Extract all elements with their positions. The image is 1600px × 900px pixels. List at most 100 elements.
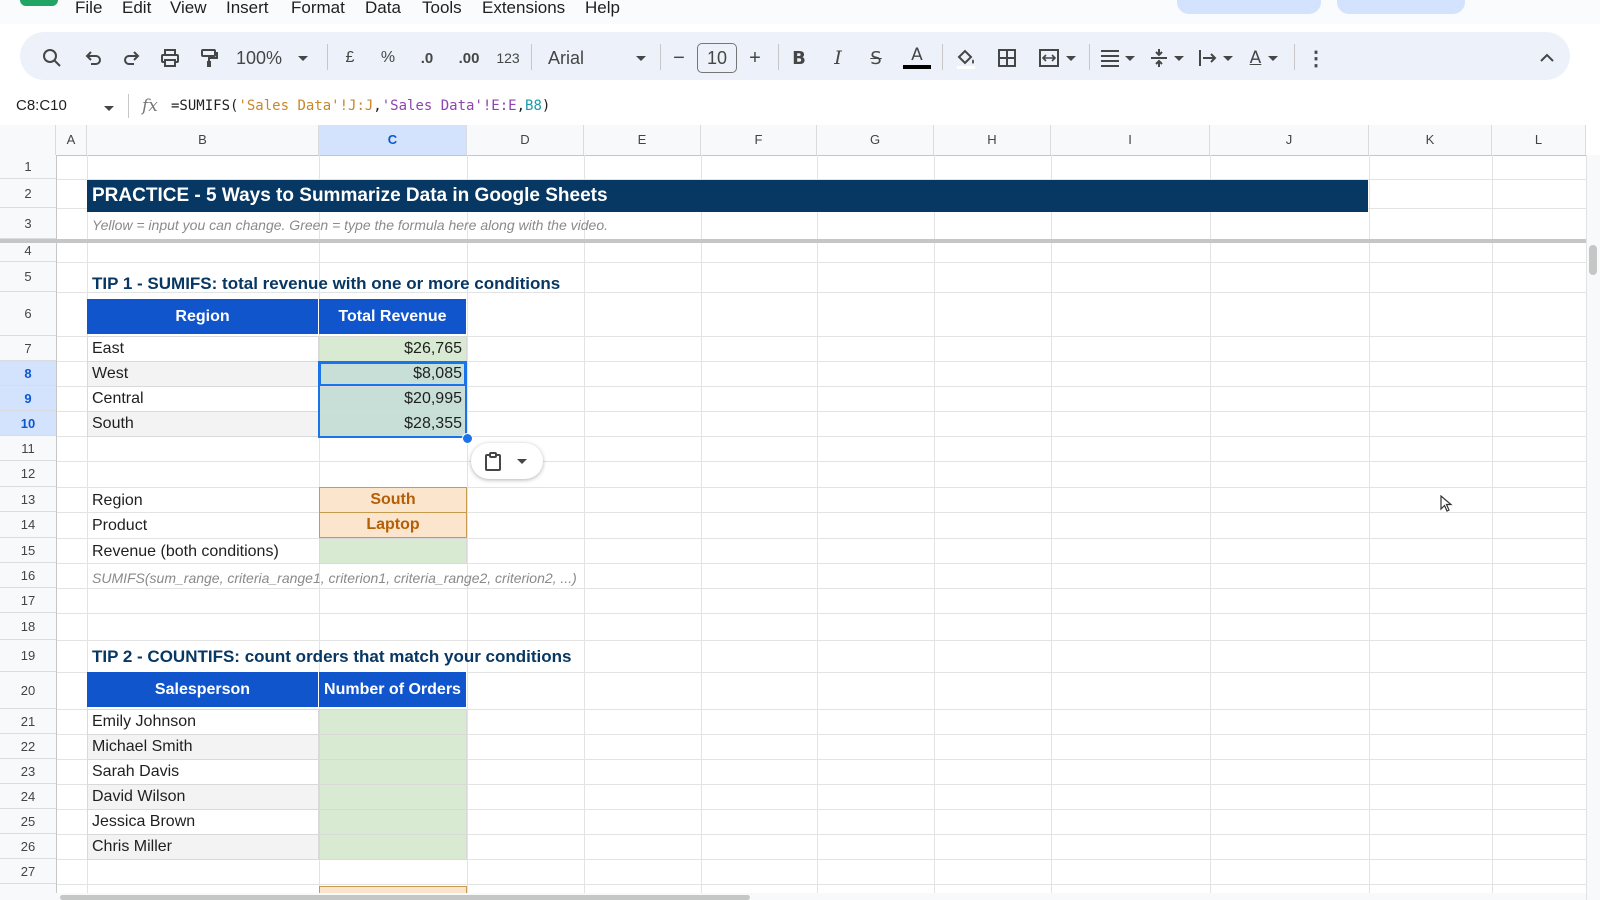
row-header[interactable]: 6 bbox=[0, 292, 56, 336]
product-input[interactable]: Laptop bbox=[319, 512, 467, 538]
menu-extensions[interactable]: Extensions bbox=[482, 0, 565, 18]
orders-input[interactable] bbox=[319, 809, 467, 835]
row-header[interactable]: 22 bbox=[0, 734, 56, 759]
row-header[interactable]: 19 bbox=[0, 640, 56, 672]
bold-icon[interactable]: B bbox=[788, 46, 810, 70]
row-header[interactable]: 13 bbox=[0, 487, 56, 512]
chevron-down-icon[interactable] bbox=[104, 106, 114, 111]
paint-format-icon[interactable] bbox=[197, 46, 221, 70]
strikethrough-icon[interactable]: S bbox=[865, 46, 887, 70]
text-color-icon[interactable]: A bbox=[903, 46, 931, 70]
orders-input[interactable] bbox=[319, 709, 467, 735]
row-header[interactable]: 21 bbox=[0, 709, 56, 734]
row-header[interactable]: 3 bbox=[0, 208, 56, 239]
column-header-l[interactable]: L bbox=[1492, 125, 1586, 155]
formula-input[interactable]: =SUMIFS('Sales Data'!J:J,'Sales Data'!E:… bbox=[171, 98, 550, 114]
column-header-b[interactable]: B bbox=[87, 125, 319, 155]
column-header-i[interactable]: I bbox=[1051, 125, 1210, 155]
column-header-f[interactable]: F bbox=[701, 125, 817, 155]
region-south[interactable]: South bbox=[87, 411, 319, 437]
row-header[interactable]: 10 bbox=[0, 411, 56, 436]
column-header-h[interactable]: H bbox=[934, 125, 1051, 155]
row-header[interactable]: 7 bbox=[0, 336, 56, 361]
region-east[interactable]: East bbox=[87, 336, 319, 362]
fill-handle[interactable] bbox=[462, 433, 473, 444]
row-header[interactable]: 23 bbox=[0, 759, 56, 784]
redo-icon[interactable] bbox=[120, 46, 144, 70]
tip1-title[interactable]: TIP 1 - SUMIFS: total revenue with one o… bbox=[92, 274, 560, 294]
row-header[interactable]: 14 bbox=[0, 512, 56, 538]
currency-button[interactable]: £ bbox=[340, 46, 360, 70]
collapse-toolbar-icon[interactable] bbox=[1535, 46, 1559, 70]
row-header[interactable]: 8 bbox=[0, 361, 56, 386]
fill-color-icon[interactable] bbox=[954, 46, 978, 70]
number-format-button[interactable]: 123 bbox=[494, 46, 522, 70]
salesperson-cell[interactable]: Chris Miller bbox=[87, 834, 319, 860]
percent-button[interactable]: % bbox=[378, 46, 398, 70]
menu-edit[interactable]: Edit bbox=[122, 0, 151, 18]
header-number-of-orders[interactable]: Number of Orders bbox=[319, 672, 467, 707]
font-size-input[interactable]: 10 bbox=[697, 43, 737, 73]
account-pill[interactable] bbox=[1337, 0, 1465, 14]
search-icon[interactable] bbox=[40, 46, 64, 70]
text-rotation-icon[interactable]: A bbox=[1244, 46, 1284, 70]
zoom-select[interactable]: 100% bbox=[236, 46, 316, 70]
paste-options-chip[interactable] bbox=[471, 443, 543, 479]
page-title[interactable]: PRACTICE - 5 Ways to Summarize Data in G… bbox=[87, 180, 1368, 212]
column-header-a[interactable]: A bbox=[56, 125, 87, 155]
menu-file[interactable]: File bbox=[75, 0, 102, 18]
row-header[interactable]: 15 bbox=[0, 538, 56, 563]
header-salesperson[interactable]: Salesperson bbox=[87, 672, 319, 707]
tip2-title[interactable]: TIP 2 - COUNTIFS: count orders that matc… bbox=[92, 647, 572, 667]
row-header[interactable]: 2 bbox=[0, 179, 56, 208]
orders-input[interactable] bbox=[319, 834, 467, 860]
orders-input[interactable] bbox=[319, 759, 467, 785]
region-input[interactable]: South bbox=[319, 487, 467, 513]
row-header[interactable]: 5 bbox=[0, 262, 56, 292]
sumifs-syntax-note[interactable]: SUMIFS(sum_range, criteria_range1, crite… bbox=[92, 570, 577, 586]
menu-help[interactable]: Help bbox=[585, 0, 620, 18]
menu-view[interactable]: View bbox=[170, 0, 207, 18]
share-pill[interactable] bbox=[1177, 0, 1321, 14]
salesperson-cell[interactable]: Michael Smith bbox=[87, 734, 319, 760]
salesperson-cell[interactable]: Emily Johnson bbox=[87, 709, 319, 735]
row-header[interactable]: 25 bbox=[0, 809, 56, 834]
horizontal-align-icon[interactable] bbox=[1097, 46, 1137, 70]
row-header[interactable]: 18 bbox=[0, 613, 56, 640]
salesperson-cell[interactable]: Sarah Davis bbox=[87, 759, 319, 785]
region-central[interactable]: Central bbox=[87, 386, 319, 412]
revenue-east[interactable]: $26,765 bbox=[319, 336, 467, 362]
frozen-row-divider[interactable] bbox=[0, 239, 1586, 243]
row-header[interactable]: 17 bbox=[0, 588, 56, 613]
print-icon[interactable] bbox=[158, 46, 182, 70]
font-select[interactable]: Arial bbox=[548, 46, 646, 70]
column-header-g[interactable]: G bbox=[817, 125, 934, 155]
orders-input[interactable] bbox=[319, 784, 467, 810]
borders-icon[interactable] bbox=[995, 46, 1019, 70]
subtitle-note[interactable]: Yellow = input you can change. Green = t… bbox=[92, 217, 608, 233]
row-header[interactable]: 24 bbox=[0, 784, 56, 809]
decrease-decimal-button[interactable]: .0 bbox=[414, 46, 440, 70]
region-west[interactable]: West bbox=[87, 361, 319, 387]
revenue-both-input[interactable] bbox=[319, 538, 467, 564]
menu-data[interactable]: Data bbox=[365, 0, 401, 18]
column-header-e[interactable]: E bbox=[584, 125, 701, 155]
row-header[interactable]: 16 bbox=[0, 563, 56, 588]
salesperson-cell[interactable]: Jessica Brown bbox=[87, 809, 319, 835]
header-total-revenue[interactable]: Total Revenue bbox=[319, 299, 467, 334]
column-header-k[interactable]: K bbox=[1369, 125, 1492, 155]
column-header-c[interactable]: C bbox=[319, 125, 467, 155]
orders-input[interactable] bbox=[319, 734, 467, 760]
undo-icon[interactable] bbox=[81, 46, 105, 70]
text-wrapping-icon[interactable] bbox=[1195, 46, 1235, 70]
increase-font-size-button[interactable]: + bbox=[744, 46, 766, 70]
decrease-font-size-button[interactable]: − bbox=[668, 46, 690, 70]
italic-icon[interactable]: I bbox=[827, 46, 849, 70]
row-header[interactable]: 27 bbox=[0, 859, 56, 884]
row-header[interactable]: 20 bbox=[0, 672, 56, 709]
revenue-both-label[interactable]: Revenue (both conditions) bbox=[92, 540, 279, 564]
increase-decimal-button[interactable]: .00 bbox=[454, 46, 484, 70]
row-header[interactable]: 26 bbox=[0, 834, 56, 859]
menu-format[interactable]: Format bbox=[291, 0, 345, 18]
column-header-j[interactable]: J bbox=[1210, 125, 1369, 155]
